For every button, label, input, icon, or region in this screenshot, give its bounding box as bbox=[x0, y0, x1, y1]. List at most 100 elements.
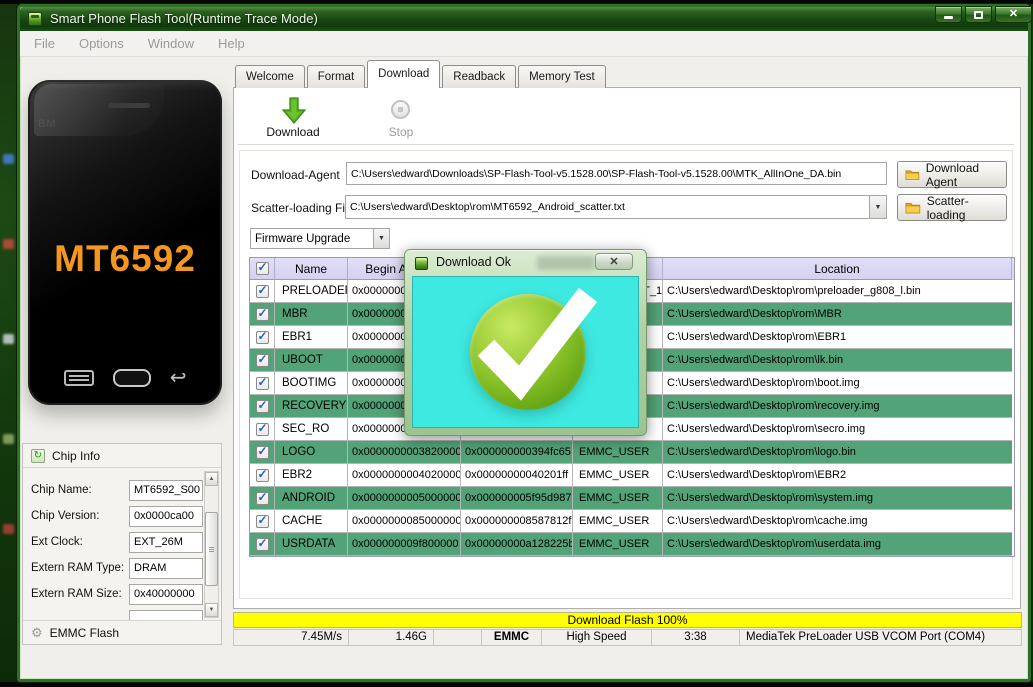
stop-icon[interactable] bbox=[391, 100, 410, 119]
select-all-checkbox[interactable]: ✓ bbox=[255, 260, 269, 275]
table-row-ebr2[interactable]: ✓ EBR2 0x0000000004020000 0x00000000040201f… bbox=[250, 464, 1014, 487]
cell-end[interactable]: 0x000000000394fc65 bbox=[461, 441, 573, 464]
row-checkbox-cell[interactable]: ✓ bbox=[250, 280, 275, 303]
row-checkbox-cell[interactable]: ✓ bbox=[250, 510, 275, 533]
row-checkbox-cell[interactable]: ✓ bbox=[250, 487, 275, 510]
flash-mode-combo[interactable]: Firmware Upgrade ▼ bbox=[250, 228, 390, 249]
cell-region[interactable]: EMMC_USER bbox=[573, 487, 663, 510]
download-button[interactable]: Download bbox=[258, 125, 328, 139]
tab-welcome[interactable]: Welcome bbox=[235, 65, 305, 88]
table-row-usrdata[interactable]: ✓ USRDATA 0x000000009f800000 0x00000000a128… bbox=[250, 533, 1014, 556]
dialog-close-button[interactable]: ✕ bbox=[595, 253, 633, 270]
scatter-loading-button[interactable]: Scatter-loading bbox=[897, 194, 1007, 222]
tab-readback[interactable]: Readback bbox=[442, 65, 517, 88]
table-row-logo[interactable]: ✓ LOGO 0x0000000003820000 0x000000000394fc6… bbox=[250, 441, 1014, 464]
row-checkbox[interactable]: ✓ bbox=[255, 283, 269, 298]
row-checkbox-cell[interactable]: ✓ bbox=[250, 418, 275, 441]
download-agent-button[interactable]: Download Agent bbox=[897, 161, 1007, 189]
menu-file[interactable]: File bbox=[34, 36, 55, 51]
row-checkbox-cell[interactable]: ✓ bbox=[250, 326, 275, 349]
chevron-down-icon[interactable]: ▼ bbox=[373, 229, 389, 248]
cell-name[interactable]: ANDROID bbox=[275, 487, 348, 510]
minimize-button[interactable] bbox=[935, 6, 962, 23]
tab-format[interactable]: Format bbox=[306, 65, 366, 88]
tab-download[interactable]: Download bbox=[367, 60, 441, 88]
cell-name[interactable]: LOGO bbox=[275, 441, 348, 464]
maximize-button[interactable] bbox=[965, 6, 992, 23]
menu-window[interactable]: Window bbox=[148, 36, 194, 51]
cell-location[interactable]: C:\Users\edward\Desktop\rom\boot.img bbox=[663, 372, 1012, 395]
row-checkbox[interactable]: ✓ bbox=[255, 536, 269, 551]
menu-options[interactable]: Options bbox=[79, 36, 124, 51]
row-checkbox[interactable]: ✓ bbox=[255, 375, 269, 390]
cell-begin[interactable]: 0x0000000004020000 bbox=[348, 464, 461, 487]
cell-name[interactable]: PRELOADER bbox=[275, 280, 348, 303]
tab-memory-test[interactable]: Memory Test bbox=[518, 65, 606, 88]
cell-name[interactable]: RECOVERY bbox=[275, 395, 348, 418]
titlebar[interactable]: Smart Phone Flash Tool(Runtime Trace Mod… bbox=[20, 6, 1032, 31]
row-checkbox-cell[interactable]: ✓ bbox=[250, 441, 275, 464]
cell-region[interactable]: EMMC_USER bbox=[573, 533, 663, 556]
cell-location[interactable]: C:\Users\edward\Desktop\rom\secro.img bbox=[663, 418, 1012, 441]
close-button[interactable]: ✕ bbox=[995, 6, 1032, 23]
cell-begin[interactable]: 0x0000000085000000 bbox=[348, 510, 461, 533]
scatter-file-combo[interactable]: C:\Users\edward\Desktop\rom\MT6592_Andro… bbox=[345, 195, 887, 219]
cell-end[interactable]: 0x000000008587812f bbox=[461, 510, 573, 533]
cell-name[interactable]: MBR bbox=[275, 303, 348, 326]
cell-location[interactable]: C:\Users\edward\Desktop\rom\cache.img bbox=[663, 510, 1012, 533]
row-checkbox-cell[interactable]: ✓ bbox=[250, 372, 275, 395]
cell-location[interactable]: C:\Users\edward\Desktop\rom\system.img bbox=[663, 487, 1012, 510]
cell-end[interactable]: 0x00000000a128225b bbox=[461, 533, 573, 556]
download-agent-input[interactable]: C:\Users\edward\Downloads\SP-Flash-Tool-… bbox=[346, 162, 887, 185]
cell-region[interactable]: EMMC_USER bbox=[573, 464, 663, 487]
cell-region[interactable]: EMMC_USER bbox=[573, 510, 663, 533]
cell-region[interactable]: EMMC_USER bbox=[573, 441, 663, 464]
cell-name[interactable]: EBR2 bbox=[275, 464, 348, 487]
scroll-down-icon[interactable]: ▼ bbox=[205, 603, 218, 617]
row-checkbox[interactable]: ✓ bbox=[255, 352, 269, 367]
cell-location[interactable]: C:\Users\edward\Desktop\rom\preloader_g8… bbox=[663, 280, 1012, 303]
cell-location[interactable]: C:\Users\edward\Desktop\rom\EBR2 bbox=[663, 464, 1012, 487]
row-checkbox[interactable]: ✓ bbox=[255, 513, 269, 528]
row-checkbox-cell[interactable]: ✓ bbox=[250, 349, 275, 372]
row-checkbox[interactable]: ✓ bbox=[255, 490, 269, 505]
row-checkbox[interactable]: ✓ bbox=[255, 421, 269, 436]
chip-field-value[interactable] bbox=[129, 610, 203, 620]
cell-name[interactable]: EBR1 bbox=[275, 326, 348, 349]
row-checkbox[interactable]: ✓ bbox=[255, 306, 269, 321]
cell-end[interactable]: 0x00000000040201ff bbox=[461, 464, 573, 487]
table-row-cache[interactable]: ✓ CACHE 0x0000000085000000 0x00000000858781… bbox=[250, 510, 1014, 533]
row-checkbox[interactable]: ✓ bbox=[255, 467, 269, 482]
cell-name[interactable]: BOOTIMG bbox=[275, 372, 348, 395]
cell-location[interactable]: C:\Users\edward\Desktop\rom\EBR1 bbox=[663, 326, 1012, 349]
chip-field-value[interactable]: DRAM bbox=[129, 558, 203, 579]
scrollbar-thumb[interactable] bbox=[205, 512, 218, 586]
cell-location[interactable]: C:\Users\edward\Desktop\rom\logo.bin bbox=[663, 441, 1012, 464]
cell-name[interactable]: USRDATA bbox=[275, 533, 348, 556]
chip-field-value[interactable]: EXT_26M bbox=[129, 532, 203, 553]
chip-field-value[interactable]: 0x40000000 bbox=[129, 584, 203, 605]
stop-button[interactable]: Stop bbox=[376, 125, 426, 139]
cell-begin[interactable]: 0x0000000005000000 bbox=[348, 487, 461, 510]
row-checkbox[interactable]: ✓ bbox=[255, 329, 269, 344]
cell-location[interactable]: C:\Users\edward\Desktop\rom\userdata.img bbox=[663, 533, 1012, 556]
scroll-up-icon[interactable]: ▲ bbox=[205, 472, 218, 486]
cell-begin[interactable]: 0x0000000003820000 bbox=[348, 441, 461, 464]
row-checkbox[interactable]: ✓ bbox=[255, 444, 269, 459]
cell-location[interactable]: C:\Users\edward\Desktop\rom\MBR bbox=[663, 303, 1012, 326]
chip-info-scrollbar[interactable]: ▲ ▼ bbox=[204, 471, 219, 618]
cell-name[interactable]: UBOOT bbox=[275, 349, 348, 372]
cell-begin[interactable]: 0x000000009f800000 bbox=[348, 533, 461, 556]
cell-location[interactable]: C:\Users\edward\Desktop\rom\recovery.img bbox=[663, 395, 1012, 418]
row-checkbox-cell[interactable]: ✓ bbox=[250, 464, 275, 487]
menu-help[interactable]: Help bbox=[218, 36, 245, 51]
row-checkbox-cell[interactable]: ✓ bbox=[250, 303, 275, 326]
row-checkbox[interactable]: ✓ bbox=[255, 398, 269, 413]
chevron-down-icon[interactable]: ▼ bbox=[869, 196, 886, 218]
table-row-android[interactable]: ✓ ANDROID 0x0000000005000000 0x000000005f95… bbox=[250, 487, 1014, 510]
row-checkbox-cell[interactable]: ✓ bbox=[250, 533, 275, 556]
row-checkbox-cell[interactable]: ✓ bbox=[250, 395, 275, 418]
cell-name[interactable]: CACHE bbox=[275, 510, 348, 533]
cell-name[interactable]: SEC_RO bbox=[275, 418, 348, 441]
cell-location[interactable]: C:\Users\edward\Desktop\rom\lk.bin bbox=[663, 349, 1012, 372]
